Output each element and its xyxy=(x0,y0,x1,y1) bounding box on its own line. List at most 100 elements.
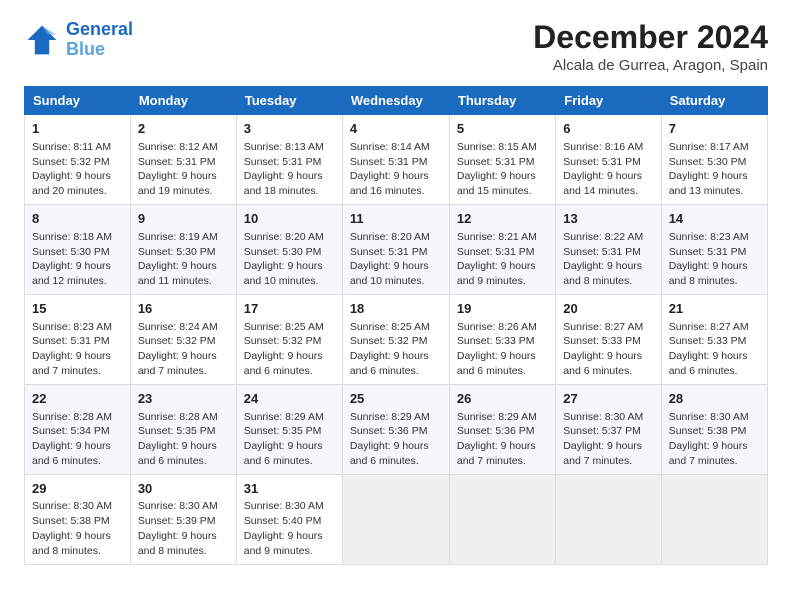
calendar-cell: 20 Sunrise: 8:27 AMSunset: 5:33 PMDaylig… xyxy=(556,295,661,385)
calendar-header-row: SundayMondayTuesdayWednesdayThursdayFrid… xyxy=(25,87,768,115)
day-info: Sunrise: 8:28 AMSunset: 5:35 PMDaylight:… xyxy=(138,411,218,468)
day-info: Sunrise: 8:27 AMSunset: 5:33 PMDaylight:… xyxy=(669,321,749,378)
day-info: Sunrise: 8:29 AMSunset: 5:36 PMDaylight:… xyxy=(457,411,537,468)
day-number: 14 xyxy=(669,210,760,228)
day-number: 24 xyxy=(244,390,335,408)
calendar-cell: 31 Sunrise: 8:30 AMSunset: 5:40 PMDaylig… xyxy=(236,474,342,564)
day-info: Sunrise: 8:13 AMSunset: 5:31 PMDaylight:… xyxy=(244,141,324,198)
col-header-monday: Monday xyxy=(130,87,236,115)
day-info: Sunrise: 8:16 AMSunset: 5:31 PMDaylight:… xyxy=(563,141,643,198)
day-number: 27 xyxy=(563,390,653,408)
calendar-cell: 13 Sunrise: 8:22 AMSunset: 5:31 PMDaylig… xyxy=(556,205,661,295)
calendar-cell: 16 Sunrise: 8:24 AMSunset: 5:32 PMDaylig… xyxy=(130,295,236,385)
calendar-table: SundayMondayTuesdayWednesdayThursdayFrid… xyxy=(24,86,768,565)
calendar-cell: 24 Sunrise: 8:29 AMSunset: 5:35 PMDaylig… xyxy=(236,384,342,474)
day-info: Sunrise: 8:26 AMSunset: 5:33 PMDaylight:… xyxy=(457,321,537,378)
calendar-cell: 23 Sunrise: 8:28 AMSunset: 5:35 PMDaylig… xyxy=(130,384,236,474)
calendar-week-row: 29 Sunrise: 8:30 AMSunset: 5:38 PMDaylig… xyxy=(25,474,768,564)
day-number: 31 xyxy=(244,480,335,498)
day-number: 9 xyxy=(138,210,229,228)
calendar-cell: 21 Sunrise: 8:27 AMSunset: 5:33 PMDaylig… xyxy=(661,295,767,385)
day-number: 1 xyxy=(32,120,123,138)
day-number: 23 xyxy=(138,390,229,408)
logo-icon xyxy=(24,22,60,58)
calendar-cell: 8 Sunrise: 8:18 AMSunset: 5:30 PMDayligh… xyxy=(25,205,131,295)
calendar-cell: 26 Sunrise: 8:29 AMSunset: 5:36 PMDaylig… xyxy=(449,384,555,474)
calendar-cell: 6 Sunrise: 8:16 AMSunset: 5:31 PMDayligh… xyxy=(556,115,661,205)
day-info: Sunrise: 8:12 AMSunset: 5:31 PMDaylight:… xyxy=(138,141,218,198)
day-info: Sunrise: 8:30 AMSunset: 5:38 PMDaylight:… xyxy=(669,411,749,468)
day-info: Sunrise: 8:24 AMSunset: 5:32 PMDaylight:… xyxy=(138,321,218,378)
day-number: 4 xyxy=(350,120,442,138)
day-number: 30 xyxy=(138,480,229,498)
calendar-cell: 1 Sunrise: 8:11 AMSunset: 5:32 PMDayligh… xyxy=(25,115,131,205)
calendar-cell: 14 Sunrise: 8:23 AMSunset: 5:31 PMDaylig… xyxy=(661,205,767,295)
day-number: 21 xyxy=(669,300,760,318)
calendar-cell: 12 Sunrise: 8:21 AMSunset: 5:31 PMDaylig… xyxy=(449,205,555,295)
col-header-tuesday: Tuesday xyxy=(236,87,342,115)
day-number: 18 xyxy=(350,300,442,318)
day-info: Sunrise: 8:17 AMSunset: 5:30 PMDaylight:… xyxy=(669,141,749,198)
day-info: Sunrise: 8:29 AMSunset: 5:35 PMDaylight:… xyxy=(244,411,324,468)
col-header-sunday: Sunday xyxy=(25,87,131,115)
day-number: 15 xyxy=(32,300,123,318)
day-info: Sunrise: 8:30 AMSunset: 5:37 PMDaylight:… xyxy=(563,411,643,468)
day-number: 25 xyxy=(350,390,442,408)
calendar-cell: 4 Sunrise: 8:14 AMSunset: 5:31 PMDayligh… xyxy=(342,115,449,205)
day-number: 7 xyxy=(669,120,760,138)
col-header-wednesday: Wednesday xyxy=(342,87,449,115)
calendar-cell: 17 Sunrise: 8:25 AMSunset: 5:32 PMDaylig… xyxy=(236,295,342,385)
day-info: Sunrise: 8:30 AMSunset: 5:39 PMDaylight:… xyxy=(138,500,218,557)
calendar-cell: 18 Sunrise: 8:25 AMSunset: 5:32 PMDaylig… xyxy=(342,295,449,385)
day-info: Sunrise: 8:21 AMSunset: 5:31 PMDaylight:… xyxy=(457,231,537,288)
calendar-cell: 5 Sunrise: 8:15 AMSunset: 5:31 PMDayligh… xyxy=(449,115,555,205)
location-title: Alcala de Gurrea, Aragon, Spain xyxy=(533,57,768,74)
calendar-cell: 19 Sunrise: 8:26 AMSunset: 5:33 PMDaylig… xyxy=(449,295,555,385)
day-number: 17 xyxy=(244,300,335,318)
day-number: 16 xyxy=(138,300,229,318)
header: GeneralBlue December 2024 Alcala de Gurr… xyxy=(24,20,768,74)
calendar-cell: 22 Sunrise: 8:28 AMSunset: 5:34 PMDaylig… xyxy=(25,384,131,474)
calendar-cell xyxy=(342,474,449,564)
calendar-cell: 30 Sunrise: 8:30 AMSunset: 5:39 PMDaylig… xyxy=(130,474,236,564)
day-info: Sunrise: 8:14 AMSunset: 5:31 PMDaylight:… xyxy=(350,141,430,198)
calendar-cell: 9 Sunrise: 8:19 AMSunset: 5:30 PMDayligh… xyxy=(130,205,236,295)
day-info: Sunrise: 8:23 AMSunset: 5:31 PMDaylight:… xyxy=(669,231,749,288)
calendar-week-row: 8 Sunrise: 8:18 AMSunset: 5:30 PMDayligh… xyxy=(25,205,768,295)
day-number: 29 xyxy=(32,480,123,498)
day-number: 28 xyxy=(669,390,760,408)
calendar-week-row: 1 Sunrise: 8:11 AMSunset: 5:32 PMDayligh… xyxy=(25,115,768,205)
calendar-cell: 15 Sunrise: 8:23 AMSunset: 5:31 PMDaylig… xyxy=(25,295,131,385)
day-number: 2 xyxy=(138,120,229,138)
day-number: 13 xyxy=(563,210,653,228)
day-number: 22 xyxy=(32,390,123,408)
col-header-friday: Friday xyxy=(556,87,661,115)
day-info: Sunrise: 8:20 AMSunset: 5:30 PMDaylight:… xyxy=(244,231,324,288)
day-info: Sunrise: 8:30 AMSunset: 5:40 PMDaylight:… xyxy=(244,500,324,557)
day-number: 6 xyxy=(563,120,653,138)
day-number: 26 xyxy=(457,390,548,408)
logo: GeneralBlue xyxy=(24,20,133,60)
calendar-week-row: 15 Sunrise: 8:23 AMSunset: 5:31 PMDaylig… xyxy=(25,295,768,385)
day-info: Sunrise: 8:20 AMSunset: 5:31 PMDaylight:… xyxy=(350,231,430,288)
col-header-thursday: Thursday xyxy=(449,87,555,115)
calendar-cell xyxy=(449,474,555,564)
logo-text: GeneralBlue xyxy=(66,20,133,60)
col-header-saturday: Saturday xyxy=(661,87,767,115)
day-info: Sunrise: 8:25 AMSunset: 5:32 PMDaylight:… xyxy=(244,321,324,378)
calendar-cell: 2 Sunrise: 8:12 AMSunset: 5:31 PMDayligh… xyxy=(130,115,236,205)
calendar-cell: 3 Sunrise: 8:13 AMSunset: 5:31 PMDayligh… xyxy=(236,115,342,205)
calendar-cell xyxy=(661,474,767,564)
calendar-week-row: 22 Sunrise: 8:28 AMSunset: 5:34 PMDaylig… xyxy=(25,384,768,474)
calendar-cell: 11 Sunrise: 8:20 AMSunset: 5:31 PMDaylig… xyxy=(342,205,449,295)
day-info: Sunrise: 8:23 AMSunset: 5:31 PMDaylight:… xyxy=(32,321,112,378)
day-number: 3 xyxy=(244,120,335,138)
day-info: Sunrise: 8:30 AMSunset: 5:38 PMDaylight:… xyxy=(32,500,112,557)
day-info: Sunrise: 8:15 AMSunset: 5:31 PMDaylight:… xyxy=(457,141,537,198)
day-number: 19 xyxy=(457,300,548,318)
day-number: 5 xyxy=(457,120,548,138)
title-area: December 2024 Alcala de Gurrea, Aragon, … xyxy=(533,20,768,74)
calendar-cell: 25 Sunrise: 8:29 AMSunset: 5:36 PMDaylig… xyxy=(342,384,449,474)
day-number: 10 xyxy=(244,210,335,228)
day-info: Sunrise: 8:28 AMSunset: 5:34 PMDaylight:… xyxy=(32,411,112,468)
